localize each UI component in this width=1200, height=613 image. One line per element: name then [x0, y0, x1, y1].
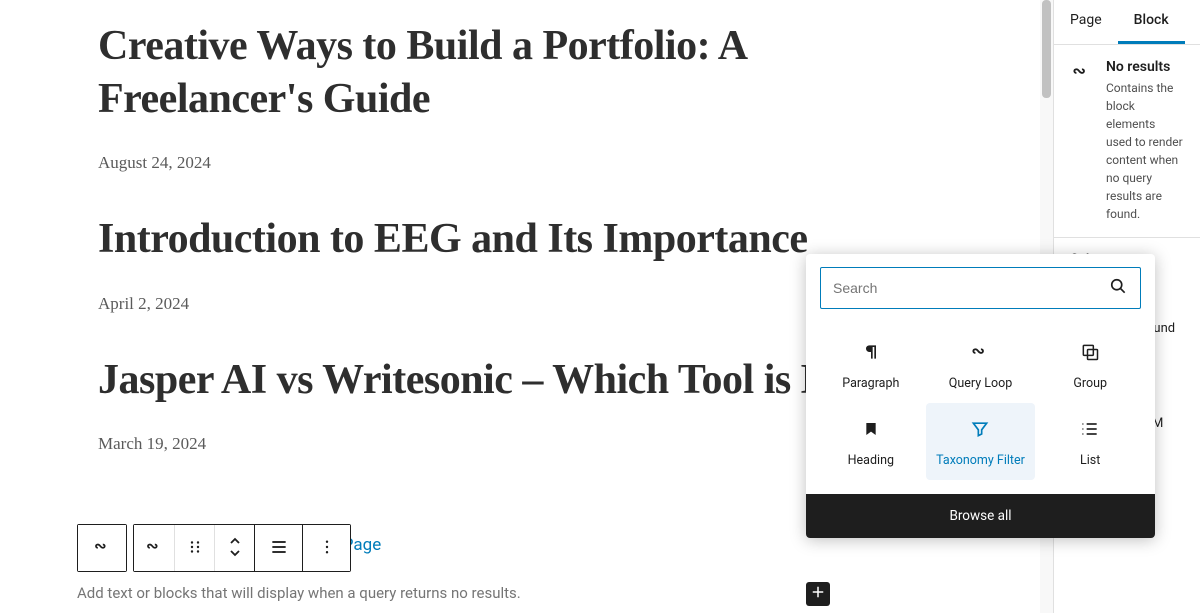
inserter-label: List	[1080, 453, 1100, 468]
scrollbar-thumb[interactable]	[1042, 0, 1051, 98]
inserter-item-group[interactable]: Group	[1035, 326, 1145, 403]
add-block-button[interactable]	[806, 582, 830, 606]
inserter-label: Query Loop	[949, 376, 1013, 391]
loop-icon	[144, 537, 164, 560]
block-title: No results	[1106, 59, 1184, 75]
browse-all-button[interactable]: Browse all	[806, 494, 1155, 538]
no-results-placeholder[interactable]: Add text or blocks that will display whe…	[77, 584, 521, 602]
parent-block-button[interactable]	[78, 525, 126, 571]
bookmark-icon	[859, 417, 883, 441]
align-icon	[269, 537, 289, 560]
toolbar-group-main	[133, 524, 351, 572]
inserter-label: Group	[1073, 376, 1107, 391]
inserter-item-query-loop[interactable]: Query Loop	[926, 326, 1036, 403]
post-title[interactable]: Creative Ways to Build a Portfolio: A Fr…	[98, 20, 942, 125]
inserter-label: Taxonomy Filter	[936, 453, 1025, 468]
inserter-search-wrap	[820, 267, 1141, 309]
loop-icon	[1070, 61, 1092, 83]
sidebar-tabs: Page Block	[1054, 0, 1200, 45]
loop-icon	[968, 340, 992, 364]
block-description: Contains the block elements used to rend…	[1106, 79, 1184, 223]
list-icon	[1078, 417, 1102, 441]
align-button[interactable]	[254, 525, 302, 571]
move-updown-icon	[227, 536, 243, 561]
paragraph-icon	[859, 340, 883, 364]
inserter-item-list[interactable]: List	[1035, 403, 1145, 480]
group-icon	[1078, 340, 1102, 364]
tab-page[interactable]: Page	[1054, 0, 1118, 44]
move-buttons[interactable]	[214, 525, 254, 571]
block-inserter-popover: Paragraph Query Loop Group Heading Taxon…	[806, 254, 1155, 538]
inserter-search-input[interactable]	[833, 280, 1108, 296]
drag-handle-button[interactable]	[174, 525, 214, 571]
drag-icon	[186, 538, 204, 559]
plus-icon	[809, 583, 827, 605]
inserter-item-paragraph[interactable]: Paragraph	[816, 326, 926, 403]
loop-icon	[92, 537, 112, 560]
inserter-label: Heading	[848, 453, 894, 468]
inserter-item-heading[interactable]: Heading	[816, 403, 926, 480]
post-date: August 24, 2024	[98, 153, 942, 173]
filter-icon	[968, 417, 992, 441]
block-type-button[interactable]	[134, 525, 174, 571]
toolbar-group-parent	[77, 524, 127, 572]
search-icon	[1108, 276, 1128, 300]
inserter-item-taxonomy-filter[interactable]: Taxonomy Filter	[926, 403, 1036, 480]
kebab-icon	[318, 538, 336, 559]
more-options-button[interactable]	[302, 525, 350, 571]
block-info-panel: No results Contains the block elements u…	[1054, 45, 1200, 238]
inserter-label: Paragraph	[842, 376, 899, 391]
inserter-grid: Paragraph Query Loop Group Heading Taxon…	[806, 322, 1155, 494]
block-toolbar	[77, 524, 351, 572]
tab-block[interactable]: Block	[1118, 0, 1185, 44]
